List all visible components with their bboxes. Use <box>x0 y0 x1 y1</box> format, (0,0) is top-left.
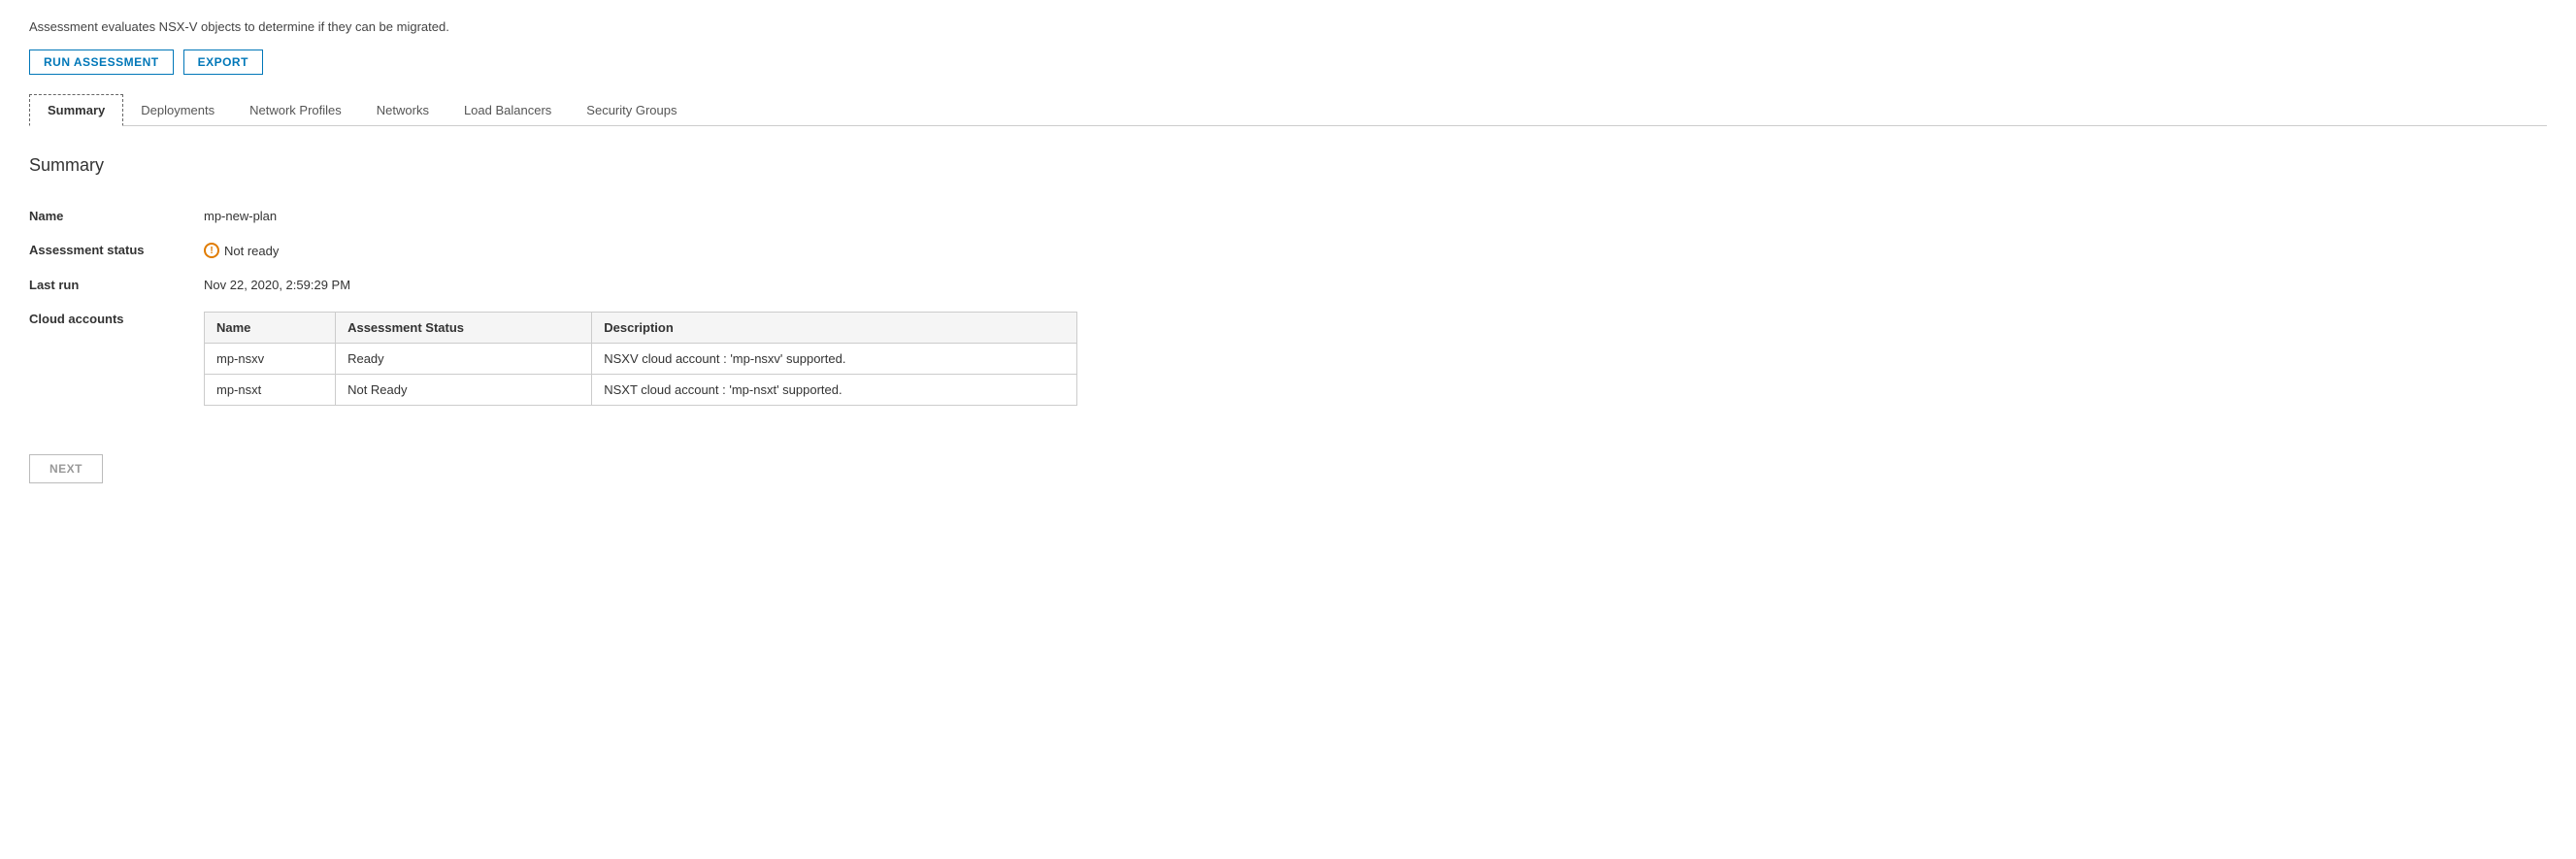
name-row: Name mp-new-plan <box>29 199 2547 233</box>
content-title: Summary <box>29 155 2547 176</box>
tab-summary[interactable]: Summary <box>29 94 123 126</box>
tab-load-balancers[interactable]: Load Balancers <box>446 94 569 125</box>
last-run-value: Nov 22, 2020, 2:59:29 PM <box>204 278 350 292</box>
cell-name: mp-nsxv <box>205 344 336 375</box>
summary-info-table: Name mp-new-plan Assessment status ! Not… <box>29 199 2547 415</box>
assessment-status-value: ! Not ready <box>204 243 279 258</box>
name-label: Name <box>29 209 204 223</box>
table-row: mp-nsxv Ready NSXV cloud account : 'mp-n… <box>205 344 1077 375</box>
warning-icon: ! <box>204 243 219 258</box>
tab-networks[interactable]: Networks <box>359 94 446 125</box>
next-button[interactable]: NEXT <box>29 454 103 483</box>
cloud-accounts-label: Cloud accounts <box>29 312 204 326</box>
assessment-status-row: Assessment status ! Not ready <box>29 233 2547 268</box>
cell-status: Ready <box>336 344 592 375</box>
cell-status: Not Ready <box>336 375 592 406</box>
last-run-label: Last run <box>29 278 204 292</box>
col-header-name: Name <box>205 313 336 344</box>
cloud-accounts-table: Name Assessment Status Description mp-ns… <box>204 312 1077 406</box>
col-header-description: Description <box>592 313 1077 344</box>
cell-description: NSXT cloud account : 'mp-nsxt' supported… <box>592 375 1077 406</box>
tabs-container: Summary Deployments Network Profiles Net… <box>29 94 2547 126</box>
assessment-status-label: Assessment status <box>29 243 204 257</box>
cell-description: NSXV cloud account : 'mp-nsxv' supported… <box>592 344 1077 375</box>
table-row: mp-nsxt Not Ready NSXT cloud account : '… <box>205 375 1077 406</box>
tab-deployments[interactable]: Deployments <box>123 94 232 125</box>
run-assessment-button[interactable]: RUN ASSESSMENT <box>29 50 174 75</box>
cell-name: mp-nsxt <box>205 375 336 406</box>
page-description: Assessment evaluates NSX-V objects to de… <box>29 19 2547 34</box>
cloud-accounts-container: Name Assessment Status Description mp-ns… <box>204 312 1077 406</box>
name-value: mp-new-plan <box>204 209 277 223</box>
assessment-status-text: Not ready <box>224 244 279 258</box>
toolbar: RUN ASSESSMENT EXPORT <box>29 50 2547 75</box>
export-button[interactable]: EXPORT <box>183 50 263 75</box>
tab-security-groups[interactable]: Security Groups <box>569 94 694 125</box>
tab-network-profiles[interactable]: Network Profiles <box>232 94 359 125</box>
last-run-row: Last run Nov 22, 2020, 2:59:29 PM <box>29 268 2547 302</box>
cloud-accounts-row: Cloud accounts Name Assessment Status De… <box>29 302 2547 415</box>
col-header-status: Assessment Status <box>336 313 592 344</box>
footer: NEXT <box>29 454 2547 483</box>
